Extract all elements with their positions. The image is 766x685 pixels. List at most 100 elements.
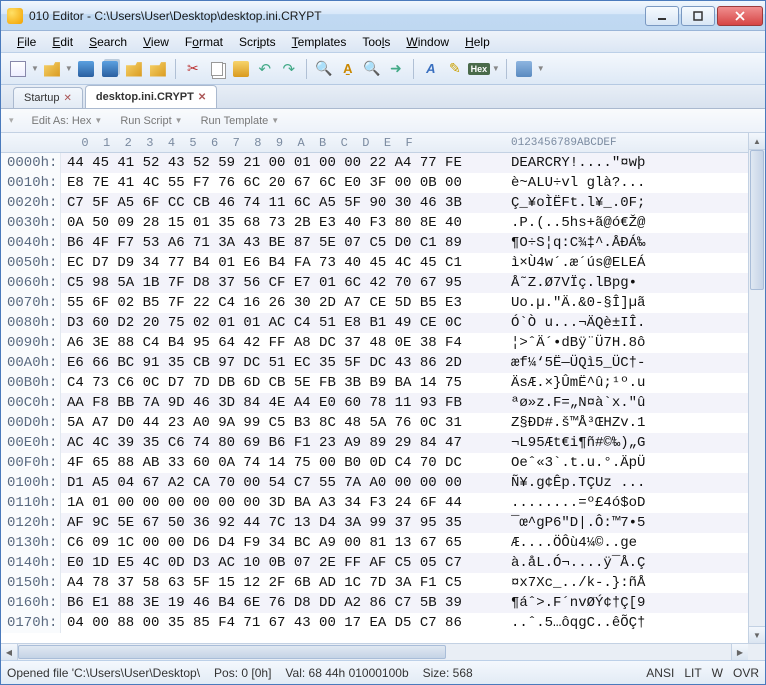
dropdown-chevron-icon[interactable]: ▼: [31, 64, 39, 73]
hex-row[interactable]: 00A0h:E6 66 BC 91 35 CB 97 DC 51 EC 35 5…: [1, 353, 748, 373]
menu-scripts[interactable]: Scripts: [231, 33, 284, 51]
hex-row[interactable]: 00C0h:AA F8 BB 7A 9D 46 3D 84 4E A4 E0 6…: [1, 393, 748, 413]
menu-templates[interactable]: Templates: [284, 33, 355, 51]
scroll-right-arrow-icon[interactable]: ▶: [731, 644, 748, 660]
hex-row[interactable]: 0070h:55 6F 02 B5 7F 22 C4 16 26 30 2D A…: [1, 293, 748, 313]
find-text-button[interactable]: A̱: [337, 58, 359, 80]
hex-ascii[interactable]: Å˜Z.Ø7VÏç.lBpg•: [507, 273, 748, 293]
hex-ascii[interactable]: Æ....ÖÔù4¼©..ge: [507, 533, 748, 553]
save-all-button[interactable]: [99, 58, 121, 80]
hex-row[interactable]: 0090h:A6 3E 88 C4 B4 95 64 42 FF A8 DC 3…: [1, 333, 748, 353]
hex-ascii[interactable]: ¶O÷S¦q:C¾‡^.ÅÐÁ‰: [507, 233, 748, 253]
scroll-down-arrow-icon[interactable]: ▼: [749, 626, 765, 643]
dropdown-chevron-icon[interactable]: ▼: [492, 64, 500, 73]
hex-bytes[interactable]: C5 98 5A 1B 7F D8 37 56 CF E7 01 6C 42 7…: [61, 273, 507, 293]
edit-as-dropdown[interactable]: Edit As: Hex ▼: [32, 115, 103, 127]
hex-bytes[interactable]: E0 1D E5 4C 0D D3 AC 10 0B 07 2E FF AF C…: [61, 553, 507, 573]
menu-search[interactable]: Search: [81, 33, 135, 51]
hex-ascii[interactable]: à.åL.Ó¬....ÿ¯Å.Ç: [507, 553, 748, 573]
hex-row[interactable]: 0120h:AF 9C 5E 67 50 36 92 44 7C 13 D4 3…: [1, 513, 748, 533]
save-button[interactable]: [75, 58, 97, 80]
tab-startup[interactable]: Startup ✕: [13, 87, 83, 108]
goto-button[interactable]: ➜: [385, 58, 407, 80]
hex-ascii[interactable]: ¦>ˆÄ´•dBÿ¨Ü7H.8ô: [507, 333, 748, 353]
menu-help[interactable]: Help: [457, 33, 498, 51]
hex-ascii[interactable]: Oeˆ«3`.t.u.°.ÄpÜ: [507, 453, 748, 473]
hex-ascii[interactable]: ..ˆ.5…ôqgC..êÕÇ†: [507, 613, 748, 633]
hex-row[interactable]: 0170h:04 00 88 00 35 85 F4 71 67 43 00 1…: [1, 613, 748, 633]
menu-file[interactable]: File: [9, 33, 44, 51]
open-file-button[interactable]: [41, 58, 63, 80]
scroll-up-arrow-icon[interactable]: ▲: [749, 133, 765, 150]
hex-bytes[interactable]: AF 9C 5E 67 50 36 92 44 7C 13 D4 3A 99 3…: [61, 513, 507, 533]
minimize-button[interactable]: [645, 6, 679, 26]
status-encoding[interactable]: ANSI: [646, 666, 674, 680]
copy-button[interactable]: [206, 58, 228, 80]
scroll-thumb[interactable]: [750, 150, 764, 290]
hex-bytes[interactable]: B6 4F F7 53 A6 71 3A 43 BE 87 5E 07 C5 D…: [61, 233, 507, 253]
hex-ascii[interactable]: ¬L95Æt€i¶ñ#©‰)„G: [507, 433, 748, 453]
status-endian[interactable]: LIT: [684, 666, 701, 680]
hex-bytes[interactable]: 0A 50 09 28 15 01 35 68 73 2B E3 40 F3 8…: [61, 213, 507, 233]
hex-ascii[interactable]: Ó`Ò u...¬ÄQè±IÎ.: [507, 313, 748, 333]
dropdown-chevron-icon[interactable]: ▼: [65, 64, 73, 73]
hex-row[interactable]: 00B0h:C4 73 C6 0C D7 7D DB 6D CB 5E FB 3…: [1, 373, 748, 393]
open-recent-button[interactable]: [147, 58, 169, 80]
close-button[interactable]: [717, 6, 763, 26]
hex-bytes[interactable]: C7 5F A5 6F CC CB 46 74 11 6C A5 5F 90 3…: [61, 193, 507, 213]
find-next-button[interactable]: 🔍: [361, 58, 383, 80]
hex-row[interactable]: 00E0h:AC 4C 39 35 C6 74 80 69 B6 F1 23 A…: [1, 433, 748, 453]
scroll-track[interactable]: [18, 644, 731, 660]
hex-row[interactable]: 0140h:E0 1D E5 4C 0D D3 AC 10 0B 07 2E F…: [1, 553, 748, 573]
hex-bytes[interactable]: C4 73 C6 0C D7 7D DB 6D CB 5E FB 3B B9 B…: [61, 373, 507, 393]
hex-row[interactable]: 0150h:A4 78 37 58 63 5F 15 12 2F 6B AD 1…: [1, 573, 748, 593]
dropdown-chevron-icon[interactable]: ▼: [537, 64, 545, 73]
status-ovr[interactable]: OVR: [733, 666, 759, 680]
hex-ascii[interactable]: ¤x7Xc_../k-.}:ñÅ: [507, 573, 748, 593]
hex-row[interactable]: 0030h:0A 50 09 28 15 01 35 68 73 2B E3 4…: [1, 213, 748, 233]
vertical-scrollbar[interactable]: ▲ ▼: [748, 133, 765, 643]
menu-tools[interactable]: Tools: [354, 33, 398, 51]
undo-button[interactable]: ↶: [254, 58, 276, 80]
hex-bytes[interactable]: E6 66 BC 91 35 CB 97 DC 51 EC 35 5F DC 4…: [61, 353, 507, 373]
hex-ascii[interactable]: ¶áˆ>.F´nvØÝ¢†Ç[9: [507, 593, 748, 613]
tab-close-icon[interactable]: ✕: [198, 92, 206, 103]
hex-mode-button[interactable]: Hex: [468, 58, 490, 80]
hex-bytes[interactable]: 44 45 41 52 43 52 59 21 00 01 00 00 22 A…: [61, 153, 507, 173]
paste-button[interactable]: [230, 58, 252, 80]
hex-ascii[interactable]: Uo.µ."Ä.&0-§Î]µã: [507, 293, 748, 313]
tab-file[interactable]: desktop.ini.CRYPT ✕: [85, 85, 217, 108]
hex-ascii[interactable]: ........=º£4ó$oD: [507, 493, 748, 513]
hex-ascii[interactable]: æf¼‘5Ë—ÜQì5_ÜC†-: [507, 353, 748, 373]
horizontal-scrollbar[interactable]: ◀ ▶: [1, 643, 765, 660]
hex-row[interactable]: 0040h:B6 4F F7 53 A6 71 3A 43 BE 87 5E 0…: [1, 233, 748, 253]
hex-bytes[interactable]: 5A A7 D0 44 23 A0 9A 99 C5 B3 8C 48 5A 7…: [61, 413, 507, 433]
menu-format[interactable]: Format: [177, 33, 231, 51]
hex-row[interactable]: 0110h:1A 01 00 00 00 00 00 00 3D BA A3 3…: [1, 493, 748, 513]
hex-row[interactable]: 0020h:C7 5F A5 6F CC CB 46 74 11 6C A5 5…: [1, 193, 748, 213]
hex-row[interactable]: 00F0h:4F 65 88 AB 33 60 0A 74 14 75 00 B…: [1, 453, 748, 473]
hex-bytes[interactable]: AA F8 BB 7A 9D 46 3D 84 4E A4 E0 60 78 1…: [61, 393, 507, 413]
hex-ascii[interactable]: Ñ¥.g¢Êp.TÇUz ...: [507, 473, 748, 493]
new-file-button[interactable]: [7, 58, 29, 80]
hex-row[interactable]: 0000h:44 45 41 52 43 52 59 21 00 01 00 0…: [1, 153, 748, 173]
hex-row[interactable]: 00D0h:5A A7 D0 44 23 A0 9A 99 C5 B3 8C 4…: [1, 413, 748, 433]
hex-bytes[interactable]: 1A 01 00 00 00 00 00 00 3D BA A3 34 F3 2…: [61, 493, 507, 513]
hex-ascii[interactable]: ì×Ù4w´.æ´ús@ELEÁ: [507, 253, 748, 273]
chevron-icon[interactable]: ▾: [9, 115, 14, 126]
scroll-track[interactable]: [749, 150, 765, 626]
hex-row[interactable]: 0100h:D1 A5 04 67 A2 CA 70 00 54 C7 55 7…: [1, 473, 748, 493]
hex-bytes[interactable]: AC 4C 39 35 C6 74 80 69 B6 F1 23 A9 89 2…: [61, 433, 507, 453]
hex-bytes[interactable]: A4 78 37 58 63 5F 15 12 2F 6B AD 1C 7D 3…: [61, 573, 507, 593]
hex-bytes[interactable]: D1 A5 04 67 A2 CA 70 00 54 C7 55 7A A0 0…: [61, 473, 507, 493]
hex-bytes[interactable]: 55 6F 02 B5 7F 22 C4 16 26 30 2D A7 CE 5…: [61, 293, 507, 313]
hex-bytes[interactable]: C6 09 1C 00 00 D6 D4 F9 34 BC A9 00 81 1…: [61, 533, 507, 553]
hex-bytes[interactable]: B6 E1 88 3E 19 46 B4 6E 76 D8 DD A2 86 C…: [61, 593, 507, 613]
hex-ascii[interactable]: .P.(..5hs+ã@ó€Ž@: [507, 213, 748, 233]
hex-bytes[interactable]: 04 00 88 00 35 85 F4 71 67 43 00 17 EA D…: [61, 613, 507, 633]
hex-row[interactable]: 0160h:B6 E1 88 3E 19 46 B4 6E 76 D8 DD A…: [1, 593, 748, 613]
scroll-thumb[interactable]: [18, 645, 446, 659]
status-write[interactable]: W: [712, 666, 723, 680]
hex-bytes[interactable]: A6 3E 88 C4 B4 95 64 42 FF A8 DC 37 48 0…: [61, 333, 507, 353]
open-folder-button[interactable]: [123, 58, 145, 80]
